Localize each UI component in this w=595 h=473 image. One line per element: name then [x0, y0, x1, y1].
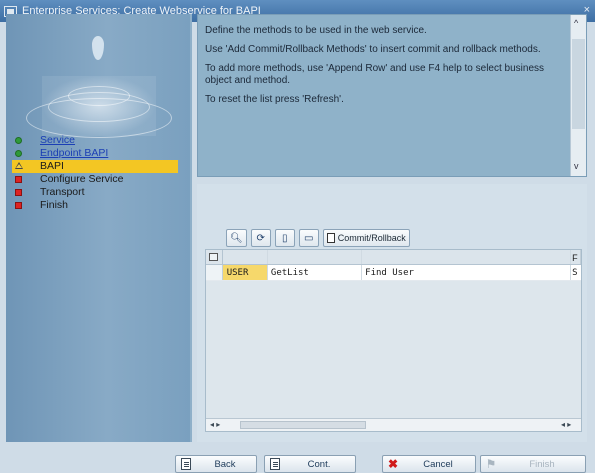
step-service-link[interactable]: Service — [40, 134, 75, 146]
step-finish-label: Finish — [40, 199, 69, 211]
bapi-methods-table: F USER GetList Find User S ◂ ▸ ◂ ▸ — [205, 249, 582, 432]
step-pending-icon — [15, 176, 22, 183]
instruction-paragraph: Define the methods to be used in the web… — [205, 25, 427, 36]
instruction-paragraph: To reset the list press 'Refresh'. — [205, 94, 344, 105]
scroll-left-icon[interactable]: ◂ ▸ — [210, 419, 220, 431]
step-current-warning-icon — [15, 162, 23, 169]
step-bapi-current: BAPI — [12, 160, 178, 173]
scroll-right-icon[interactable]: ◂ ▸ — [561, 419, 571, 431]
step-finish: Finish — [12, 199, 188, 212]
continue-page-icon — [267, 456, 283, 472]
append-row-button[interactable]: ▯ — [274, 229, 295, 247]
water-drop-illustration — [12, 36, 188, 142]
scroll-down-icon[interactable]: v — [574, 161, 579, 171]
commit-rollback-label: Commit/Rollback — [337, 233, 406, 243]
step-transport-label: Transport — [40, 186, 85, 198]
instruction-paragraph: To add more methods, use 'Append Row' an… — [205, 63, 545, 86]
instructions-box: Define the methods to be used in the web… — [197, 14, 587, 177]
step-pending-icon — [15, 202, 22, 209]
refresh-icon: ⟳ — [256, 232, 265, 244]
cell-description[interactable]: Find User — [362, 265, 572, 280]
cell-business-object[interactable]: USER — [222, 265, 268, 280]
instructions-text: Define the methods to be used in the web… — [205, 25, 563, 113]
cancel-button[interactable]: ✖ Cancel — [382, 455, 476, 473]
select-all-icon — [209, 253, 219, 261]
instruction-paragraph: Use 'Add Commit/Rollback Methods' to ins… — [205, 44, 541, 55]
back-page-icon — [178, 456, 194, 472]
column-header-object[interactable] — [223, 250, 268, 264]
cell-truncated[interactable]: S — [571, 265, 581, 280]
commit-rollback-button[interactable]: Commit/Rollback — [322, 229, 410, 247]
document-icon — [326, 233, 335, 243]
scrollbar-thumb[interactable] — [240, 421, 366, 429]
instructions-scrollbar[interactable]: ^ v — [570, 15, 586, 176]
search-button[interactable]: 🔍︎ — [226, 229, 247, 247]
step-bapi-label: BAPI — [40, 160, 64, 172]
magnifier-icon: 🔍︎ — [230, 232, 243, 244]
back-button[interactable]: Back — [175, 455, 257, 473]
step-complete-icon — [15, 150, 22, 157]
row-selector[interactable] — [206, 265, 223, 280]
step-complete-icon — [15, 137, 22, 144]
column-header-truncated[interactable]: F — [571, 250, 581, 264]
delete-row-button[interactable]: ▭ — [298, 229, 319, 247]
new-document-icon: ▯ — [281, 232, 288, 244]
cell-method[interactable]: GetList — [268, 265, 363, 280]
step-transport: Transport — [12, 186, 188, 199]
column-header-description[interactable] — [362, 250, 572, 264]
select-all-button[interactable] — [206, 250, 223, 264]
table-header: F — [206, 250, 581, 265]
column-header-method[interactable] — [268, 250, 363, 264]
step-configure-service-label: Configure Service — [40, 173, 124, 185]
table-empty-area — [206, 281, 581, 418]
step-endpoint-bapi-link[interactable]: Endpoint BAPI — [40, 147, 108, 159]
step-pending-icon — [15, 189, 22, 196]
step-endpoint-bapi[interactable]: Endpoint BAPI — [12, 147, 188, 160]
table-row[interactable]: USER GetList Find User S — [206, 265, 581, 281]
delete-row-icon: ▭ — [303, 232, 314, 244]
table-toolbar: 🔍︎ ⟳ ▯ ▭ Commit/Rollback — [226, 229, 410, 247]
scrollbar-thumb[interactable] — [572, 39, 585, 129]
refresh-button[interactable]: ⟳ — [250, 229, 271, 247]
table-horizontal-scrollbar[interactable]: ◂ ▸ ◂ ▸ — [206, 418, 581, 431]
wizard-steps: Service Endpoint BAPI BAPI Configure Ser… — [12, 134, 188, 212]
step-service[interactable]: Service — [12, 134, 188, 147]
finish-button[interactable]: ⚑ Finish — [480, 455, 586, 473]
finish-flag-icon: ⚑ — [485, 457, 497, 471]
scroll-up-icon[interactable]: ^ — [574, 18, 578, 28]
continue-button[interactable]: Cont. — [264, 455, 356, 473]
wizard-step-panel: Service Endpoint BAPI BAPI Configure Ser… — [6, 14, 192, 442]
wizard-footer: Back Cont. ✖ Cancel ⚑ Finish — [0, 452, 595, 473]
cancel-x-icon: ✖ — [387, 457, 399, 471]
step-configure-service: Configure Service — [12, 173, 188, 186]
